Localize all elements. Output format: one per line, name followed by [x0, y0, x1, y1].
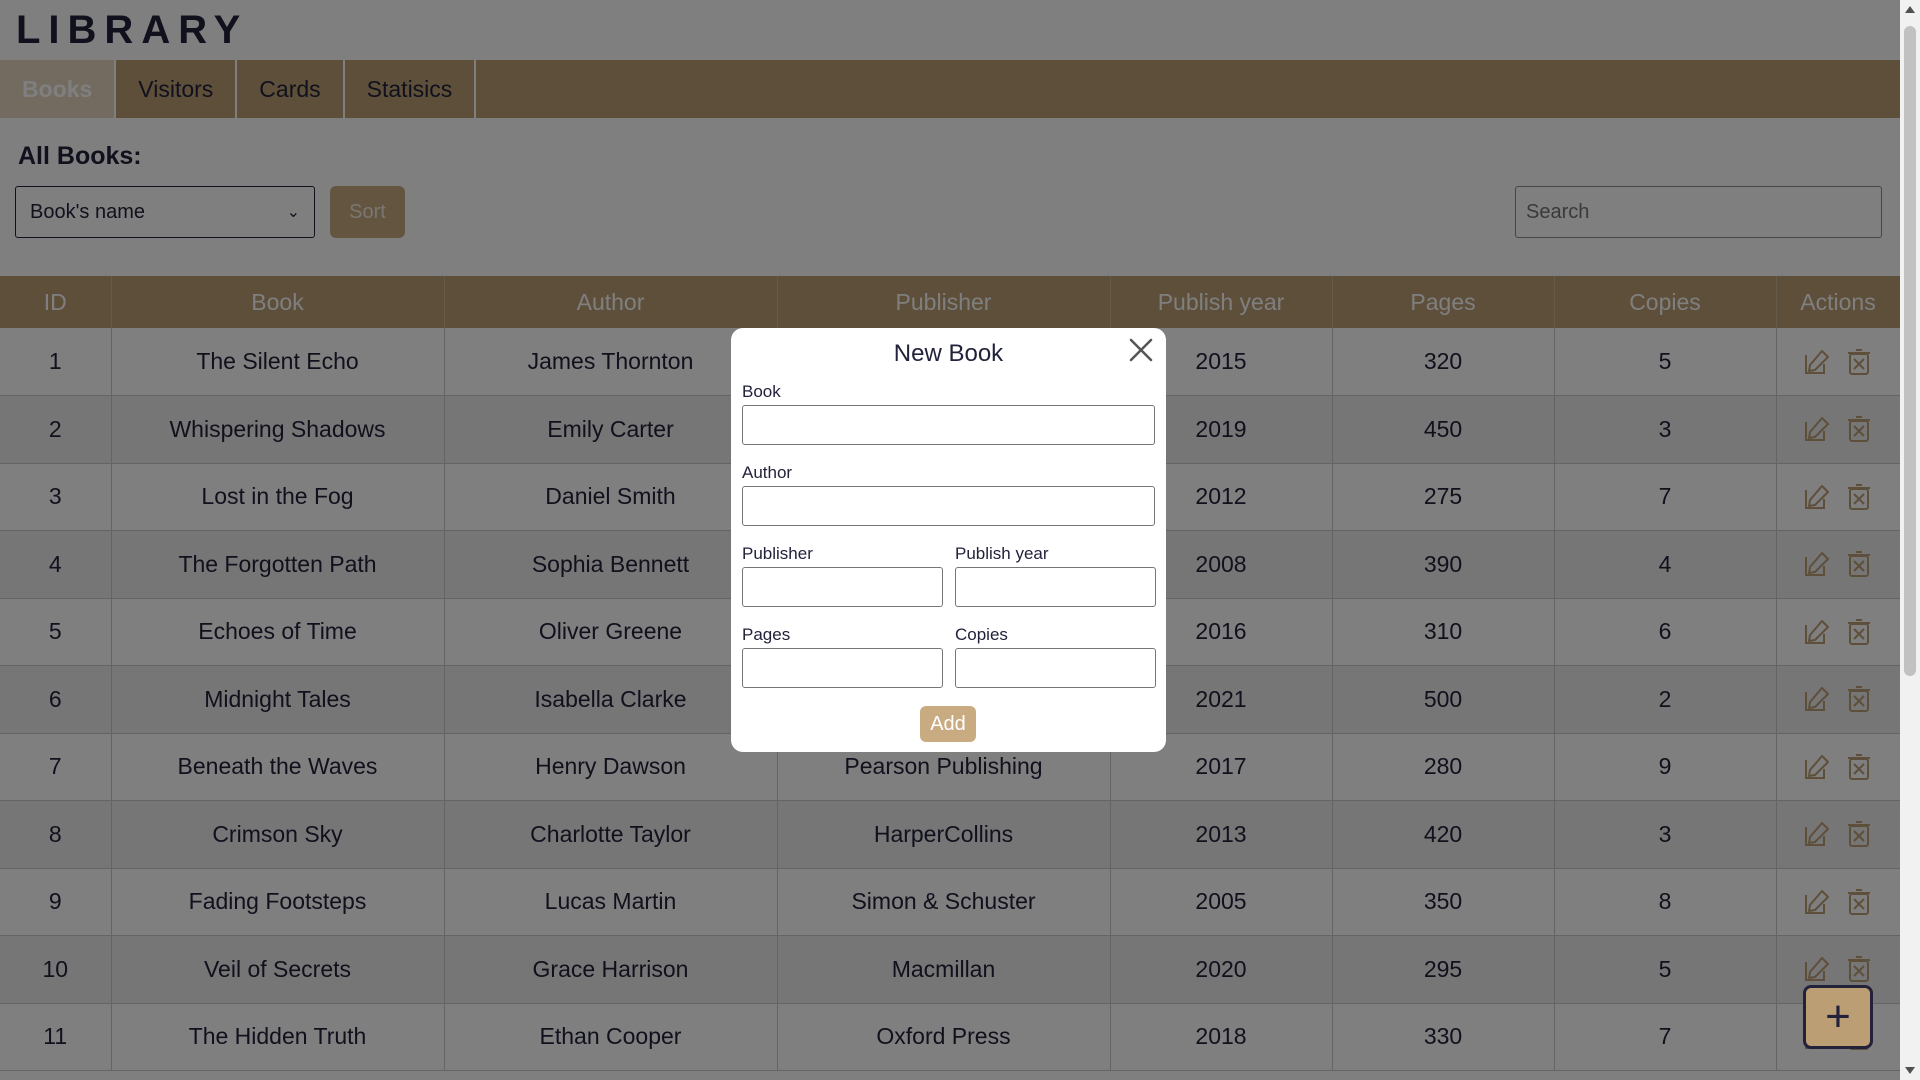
scroll-up-arrow[interactable] — [1905, 6, 1915, 13]
add-book-fab[interactable]: + — [1803, 985, 1873, 1049]
plus-icon: + — [1825, 992, 1851, 1041]
copies-label: Copies — [955, 625, 1008, 644]
author-label: Author — [742, 463, 793, 482]
book-label: Book — [742, 382, 781, 401]
publish-year-label: Publish year — [955, 544, 1049, 563]
pages-field[interactable] — [742, 648, 943, 688]
modal-title: New Book — [893, 340, 1004, 367]
close-icon[interactable] — [1127, 336, 1155, 364]
publisher-label: Publisher — [742, 544, 813, 563]
pages-label: Pages — [742, 625, 791, 644]
new-book-modal: New Book Book Author Publisher Publish y… — [731, 328, 1166, 752]
scroll-down-arrow[interactable] — [1905, 1067, 1915, 1074]
page-scrollbar[interactable] — [1900, 0, 1920, 1080]
book-field[interactable] — [742, 405, 1155, 445]
publish-year-field[interactable] — [955, 567, 1156, 607]
author-field[interactable] — [742, 486, 1155, 526]
publisher-field[interactable] — [742, 567, 943, 607]
copies-field[interactable] — [955, 648, 1156, 688]
scroll-thumb[interactable] — [1904, 26, 1916, 676]
add-button[interactable]: Add — [920, 706, 976, 742]
